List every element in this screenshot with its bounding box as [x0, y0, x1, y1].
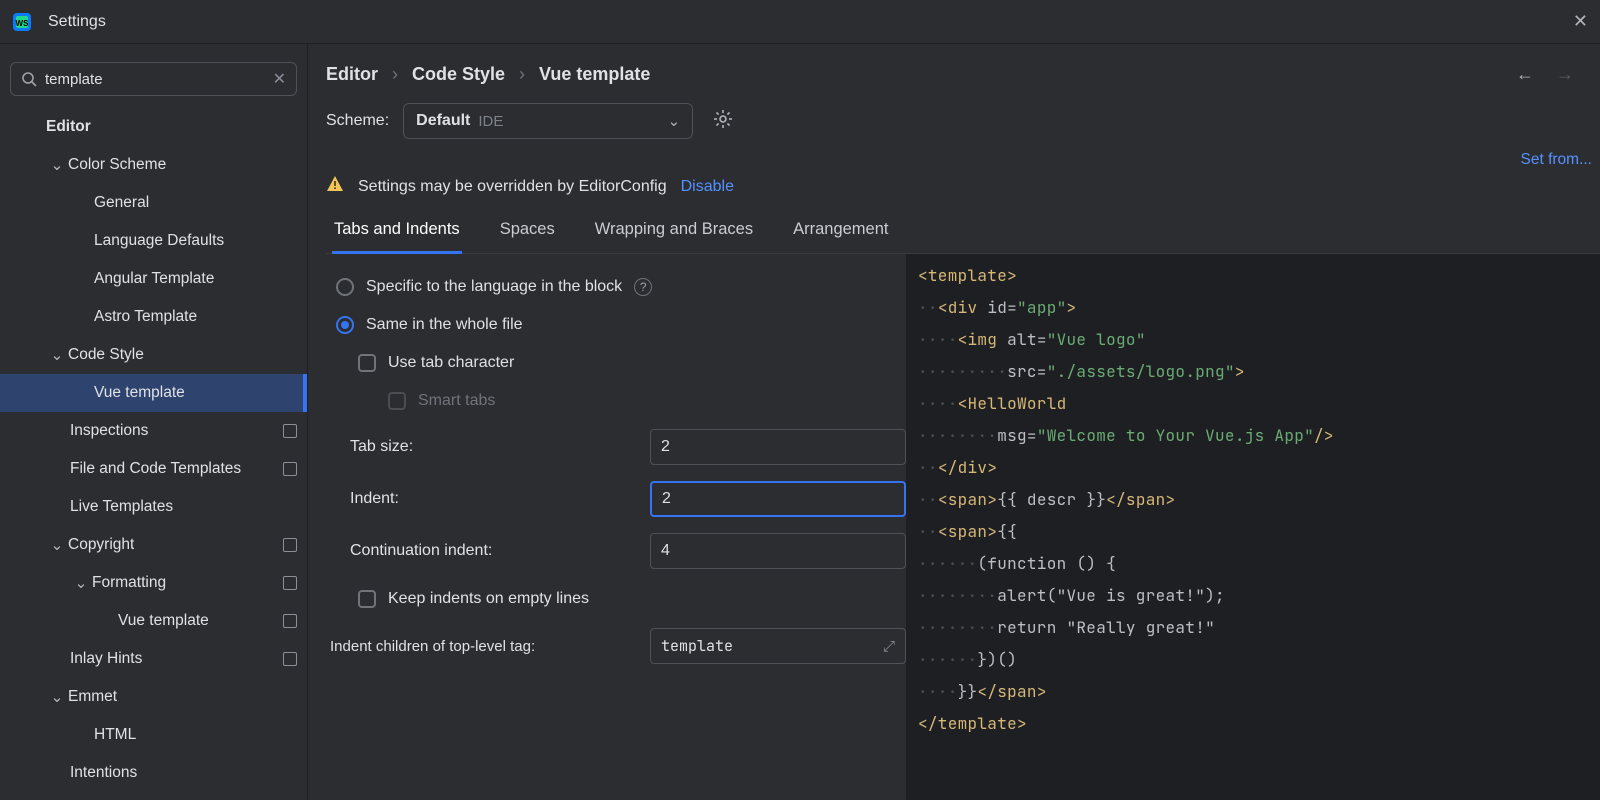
radio-whole-file[interactable] [336, 316, 354, 334]
tree-node-cs-general[interactable]: General [0, 184, 307, 222]
settings-tree: Editor ⌄Color Scheme General Language De… [0, 108, 307, 792]
tree-node-cs-angular[interactable]: Angular Template [0, 260, 307, 298]
tab-size-label: Tab size: [350, 438, 413, 456]
clear-search-icon[interactable]: ✕ [273, 69, 286, 89]
top-level-tag-value: template [661, 636, 733, 656]
radio-whole-label: Same in the whole file [366, 316, 523, 334]
continuation-indent-label: Continuation indent: [350, 542, 492, 560]
radio-specific-language[interactable] [336, 278, 354, 296]
checkbox-keep-indents-empty[interactable] [358, 590, 376, 608]
disable-link[interactable]: Disable [681, 178, 734, 196]
warning-text: Settings may be overridden by EditorConf… [358, 178, 667, 196]
tree-node-intentions[interactable]: Intentions [0, 754, 307, 792]
search-input[interactable] [45, 71, 273, 88]
tree-node-inlay-hints[interactable]: Inlay Hints [0, 640, 307, 678]
tree-node-emmet-html[interactable]: HTML [0, 716, 307, 754]
tree-node-vue-template[interactable]: Vue template [0, 374, 307, 412]
svg-text:WS: WS [16, 19, 30, 28]
chevron-right-icon: › [519, 64, 525, 85]
tree-node-live-templates[interactable]: Live Templates [0, 488, 307, 526]
tree-node-color-scheme[interactable]: ⌄Color Scheme [0, 146, 307, 184]
checkbox-use-tab[interactable] [358, 354, 376, 372]
chevron-down-icon: ⌄ [668, 112, 681, 130]
tree-node-code-style[interactable]: ⌄Code Style [0, 336, 307, 374]
chevron-right-icon: › [392, 64, 398, 85]
tree-node-copyright[interactable]: ⌄Copyright [0, 526, 307, 564]
tree-node-formatting[interactable]: ⌄Formatting [0, 564, 307, 602]
chevron-down-icon: ⌄ [46, 536, 68, 555]
tree-node-formatting-vue[interactable]: Vue template [0, 602, 307, 640]
app-icon: WS [12, 12, 32, 32]
chevron-down-icon: ⌄ [46, 688, 68, 707]
search-icon [21, 71, 37, 87]
project-badge-icon [283, 614, 297, 628]
top-level-tag-input[interactable]: template ⤢ [650, 628, 906, 664]
breadcrumb-code-style[interactable]: Code Style [412, 64, 505, 85]
tab-wrapping[interactable]: Wrapping and Braces [593, 212, 755, 253]
expand-icon[interactable]: ⤢ [883, 636, 895, 656]
set-from-link[interactable]: Set from... [326, 151, 1600, 169]
tab-size-input[interactable] [650, 429, 906, 465]
nav-back-icon[interactable]: ← [1516, 64, 1534, 85]
window-title: Settings [48, 13, 106, 31]
breadcrumb-editor[interactable]: Editor [326, 64, 378, 85]
main-panel: Editor › Code Style › Vue template ← → S… [308, 44, 1600, 800]
indent-input[interactable] [650, 481, 906, 517]
tab-bar: Tabs and Indents Spaces Wrapping and Bra… [326, 212, 1600, 254]
help-icon[interactable]: ? [634, 278, 652, 296]
title-bar: WS Settings ✕ [0, 0, 1600, 44]
breadcrumb-vue-template: Vue template [539, 64, 650, 85]
keep-indents-empty-label: Keep indents on empty lines [388, 590, 589, 608]
tree-node-cs-astro[interactable]: Astro Template [0, 298, 307, 336]
continuation-indent-input[interactable] [650, 533, 906, 569]
warning-icon [326, 175, 344, 198]
scheme-label: Scheme: [326, 112, 389, 130]
scheme-value: Default [416, 112, 470, 130]
checkbox-smart-tabs [388, 392, 406, 410]
tree-node-cs-lang-defaults[interactable]: Language Defaults [0, 222, 307, 260]
indent-label: Indent: [350, 490, 399, 508]
chevron-down-icon: ⌄ [46, 346, 68, 365]
project-badge-icon [283, 576, 297, 590]
tree-node-inspections[interactable]: Inspections [0, 412, 307, 450]
use-tab-label: Use tab character [388, 354, 514, 372]
settings-tree-panel: ✕ Editor ⌄Color Scheme General Language … [0, 44, 308, 800]
project-badge-icon [283, 652, 297, 666]
top-level-tag-label: Indent children of top-level tag: [330, 638, 535, 655]
project-badge-icon [283, 538, 297, 552]
search-input-wrap[interactable]: ✕ [10, 62, 297, 96]
tab-arrangement[interactable]: Arrangement [791, 212, 890, 253]
indent-settings-form: Specific to the language in the block ? … [326, 254, 906, 800]
project-badge-icon [283, 462, 297, 476]
nav-forward-icon: → [1556, 64, 1574, 85]
scheme-scope: IDE [478, 113, 503, 130]
code-preview: <template> ··<div id="app"> ····<img alt… [906, 254, 1600, 800]
radio-specific-label: Specific to the language in the block [366, 278, 622, 296]
chevron-down-icon: ⌄ [70, 574, 92, 593]
breadcrumb: Editor › Code Style › Vue template ← → [326, 64, 1600, 103]
close-icon[interactable]: ✕ [1573, 11, 1588, 32]
gear-icon[interactable] [713, 109, 733, 133]
project-badge-icon [283, 424, 297, 438]
tree-node-editor[interactable]: Editor [0, 108, 307, 146]
smart-tabs-label: Smart tabs [418, 392, 495, 410]
chevron-down-icon: ⌄ [46, 156, 68, 175]
tab-tabs-indents[interactable]: Tabs and Indents [332, 212, 462, 254]
tree-node-file-code-templates[interactable]: File and Code Templates [0, 450, 307, 488]
scheme-select[interactable]: Default IDE ⌄ [403, 103, 693, 139]
tree-node-emmet[interactable]: ⌄Emmet [0, 678, 307, 716]
tab-spaces[interactable]: Spaces [498, 212, 557, 253]
